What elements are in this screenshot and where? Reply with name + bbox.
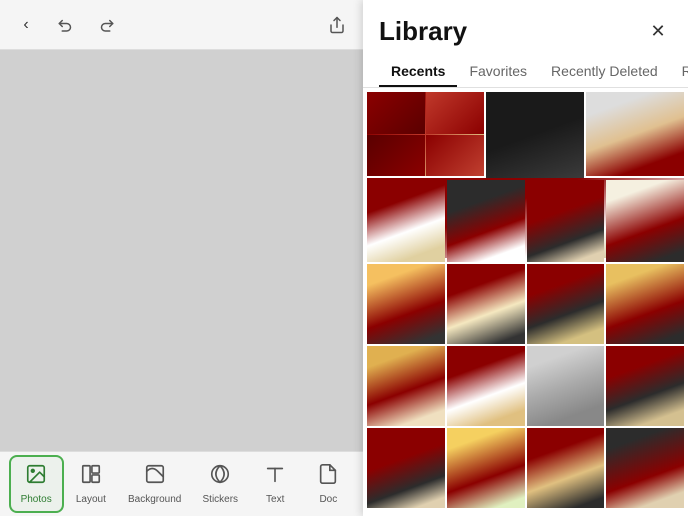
layout-icon xyxy=(80,463,102,491)
layout-label: Layout xyxy=(76,494,106,505)
doc-label: Doc xyxy=(319,494,337,505)
photo-cell[interactable] xyxy=(367,428,445,508)
editor-toolbar: ‹ xyxy=(0,0,363,50)
tab-favorites[interactable]: Favorites xyxy=(457,57,539,87)
stickers-tool[interactable]: Stickers xyxy=(193,457,249,511)
background-tool[interactable]: Background xyxy=(118,457,191,511)
photo-cell[interactable] xyxy=(367,180,445,262)
tab-recents[interactable]: Recents xyxy=(379,57,457,87)
text-tool[interactable]: Text xyxy=(249,457,301,511)
photo-cell[interactable] xyxy=(586,92,684,176)
undo-button[interactable] xyxy=(52,11,80,39)
photos-icon xyxy=(25,463,47,491)
library-tabs: Recents Favorites Recently Deleted Recen… xyxy=(363,47,688,88)
stickers-icon xyxy=(209,463,231,491)
photo-cell[interactable] xyxy=(527,428,605,508)
photo-cell[interactable] xyxy=(367,264,445,344)
photo-cell[interactable] xyxy=(606,264,684,344)
photo-cell[interactable] xyxy=(527,264,605,344)
back-button[interactable]: ‹ xyxy=(12,11,40,39)
library-header: Library ✕ xyxy=(363,0,688,47)
photos-label: Photos xyxy=(21,494,52,505)
background-label: Background xyxy=(128,494,181,505)
text-icon xyxy=(264,463,286,491)
close-button[interactable]: ✕ xyxy=(644,18,672,46)
photo-cell[interactable] xyxy=(367,92,484,176)
library-panel: Library ✕ Recents Favorites Recently Del… xyxy=(363,0,688,516)
photo-cell[interactable] xyxy=(367,346,445,426)
background-icon xyxy=(144,463,166,491)
tab-recently-added[interactable]: Recently Ad... xyxy=(670,57,688,87)
editor-canvas xyxy=(0,50,363,451)
photo-cell[interactable] xyxy=(447,264,525,344)
layout-tool[interactable]: Layout xyxy=(65,457,117,511)
photo-cell[interactable] xyxy=(606,346,684,426)
text-label: Text xyxy=(266,494,284,505)
photo-cell[interactable] xyxy=(606,180,684,262)
redo-button[interactable] xyxy=(92,11,120,39)
photo-cell[interactable] xyxy=(606,428,684,508)
tab-recently-deleted[interactable]: Recently Deleted xyxy=(539,57,670,87)
library-title: Library xyxy=(379,16,467,47)
bottom-toolbar: Photos Layout Background xyxy=(0,451,363,516)
photos-tool[interactable]: Photos xyxy=(9,455,64,513)
photo-cell[interactable] xyxy=(527,346,605,426)
editor-panel: ‹ xyxy=(0,0,363,516)
stickers-label: Stickers xyxy=(203,494,239,505)
photo-cell[interactable] xyxy=(447,180,525,262)
share-button[interactable] xyxy=(323,11,351,39)
photo-grid: Recently xyxy=(363,88,688,516)
photo-cell[interactable] xyxy=(447,346,525,426)
doc-tool[interactable]: Doc xyxy=(302,457,354,511)
photo-cell[interactable] xyxy=(447,428,525,508)
photo-cell[interactable] xyxy=(527,180,605,262)
doc-icon xyxy=(317,463,339,491)
